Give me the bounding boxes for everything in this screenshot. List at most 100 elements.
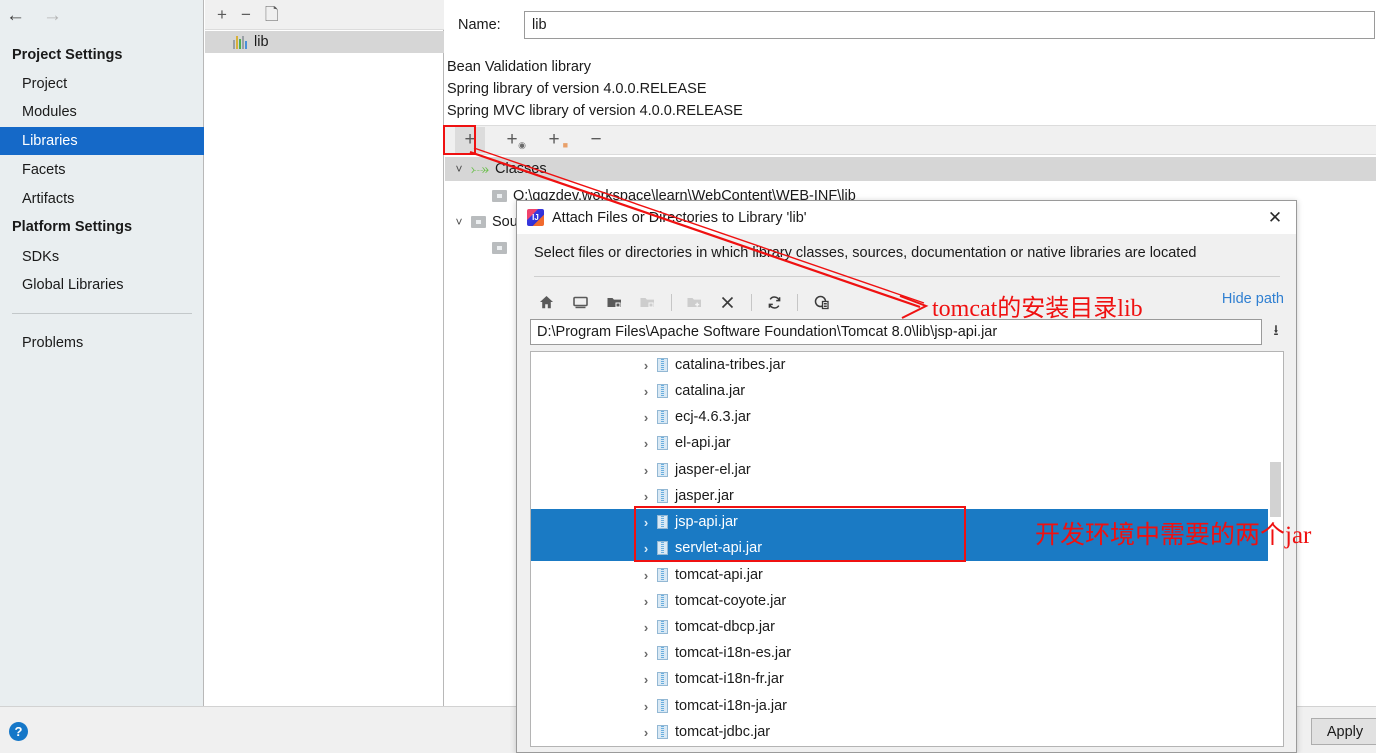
jar-icon (657, 620, 668, 634)
file-chooser-toolbar (534, 285, 834, 319)
library-list-item-label: lib (254, 34, 269, 50)
jar-icon (657, 672, 668, 686)
sidebar-item-global-libraries[interactable]: Global Libraries (0, 271, 204, 299)
add-icon[interactable]: + (217, 6, 227, 23)
intellij-logo-icon (527, 209, 544, 226)
dialog-title-bar: Attach Files or Directories to Library '… (517, 201, 1296, 234)
library-list-item-lib[interactable]: lib (205, 31, 444, 53)
jar-icon (657, 410, 668, 424)
chevron-right-icon[interactable]: › (635, 541, 657, 556)
file-name: tomcat-dbcp.jar (675, 619, 775, 635)
list-item[interactable]: › tomcat-i18n-ja.jar (531, 693, 1269, 719)
chevron-right-icon[interactable]: › (635, 410, 657, 425)
library-roots-toolbar: + + ◉ + ■ − (445, 125, 1376, 155)
sidebar-item-label: Artifacts (22, 191, 75, 207)
annotation-text-required-jars: 开发环境中需要的两个jar (1035, 522, 1312, 549)
sidebar-item-facets[interactable]: Facets (0, 156, 204, 184)
library-name-input[interactable] (524, 11, 1375, 39)
list-item[interactable]: › el-api.jar (531, 430, 1269, 456)
chevron-right-icon[interactable]: › (635, 620, 657, 635)
chevron-right-icon[interactable]: › (635, 463, 657, 478)
apply-button[interactable]: Apply (1311, 718, 1376, 745)
delete-icon[interactable] (715, 289, 741, 315)
chevron-right-icon[interactable]: › (635, 699, 657, 714)
dialog-divider (534, 276, 1280, 277)
copy-icon[interactable]: 🗋 (265, 6, 279, 23)
chevron-right-icon[interactable]: › (635, 672, 657, 687)
chevron-right-icon[interactable]: › (635, 436, 657, 451)
home-icon[interactable] (534, 289, 560, 315)
sidebar-group-platform-settings: Platform Settings (12, 219, 133, 235)
file-name: servlet-api.jar (675, 540, 763, 556)
sidebar-item-label: Facets (22, 162, 66, 178)
jar-icon (657, 384, 668, 398)
list-item[interactable]: › tomcat-dbcp.jar (531, 614, 1269, 640)
sidebar-group-project-settings: Project Settings (12, 47, 123, 63)
library-descriptions: Bean Validation library Spring library o… (447, 56, 1376, 122)
sidebar-item-problems[interactable]: Problems (0, 329, 204, 357)
scrollbar-thumb[interactable] (1270, 462, 1281, 517)
list-item[interactable]: › tomcat-i18n-fr.jar (531, 666, 1269, 692)
sidebar-item-label: SDKs (22, 249, 60, 265)
show-hidden-icon[interactable] (808, 289, 834, 315)
list-item[interactable]: › jasper-el.jar (531, 457, 1269, 483)
path-input[interactable] (530, 319, 1263, 345)
library-description-row: Spring MVC library of version 4.0.0.RELE… (447, 103, 743, 119)
sidebar-item-label: Modules (22, 104, 77, 120)
file-name: tomcat-i18n-fr.jar (675, 671, 784, 687)
close-icon[interactable]: ✕ (1264, 207, 1286, 229)
chevron-right-icon[interactable]: › (635, 384, 657, 399)
list-item[interactable]: › catalina.jar (531, 378, 1269, 404)
sidebar-divider (12, 313, 192, 314)
chevron-right-icon[interactable]: › (635, 515, 657, 530)
arrow-left-icon[interactable]: ← (6, 6, 25, 25)
list-item[interactable]: › tomcat-api.jar (531, 562, 1269, 588)
tree-node-classes[interactable]: ˅ ⤐ Classes (445, 157, 1376, 181)
chevron-down-icon: ˅ (455, 162, 463, 176)
sidebar-item-label: Problems (22, 335, 84, 351)
history-dropdown-icon[interactable]: ⭳ (1268, 320, 1284, 345)
refresh-icon[interactable] (762, 289, 788, 315)
list-item[interactable]: › tomcat-coyote.jar (531, 588, 1269, 614)
parent-folder-icon[interactable] (601, 289, 627, 315)
project-folder-icon (635, 289, 661, 315)
chevron-right-icon[interactable]: › (635, 568, 657, 583)
add-javadocs-button[interactable]: + ■ (539, 127, 569, 153)
sidebar-item-modules[interactable]: Modules (0, 98, 204, 126)
chevron-right-icon[interactable]: › (635, 725, 657, 740)
sidebar-item-libraries[interactable]: Libraries (0, 127, 204, 155)
sidebar-item-artifacts[interactable]: Artifacts (0, 185, 204, 213)
remove-icon[interactable]: − (241, 6, 251, 23)
toolbar-divider (670, 293, 672, 311)
file-name: jsp-api.jar (675, 514, 738, 530)
remove-root-button[interactable]: − (581, 127, 611, 153)
file-name: catalina.jar (675, 383, 746, 399)
list-item[interactable]: › ecj-4.6.3.jar (531, 404, 1269, 430)
sidebar-item-sdks[interactable]: SDKs (0, 243, 204, 271)
list-item[interactable]: › catalina-tribes.jar (531, 352, 1269, 378)
arrow-right-icon[interactable]: → (43, 6, 62, 25)
desktop-icon[interactable] (568, 289, 594, 315)
chevron-right-icon[interactable]: › (635, 646, 657, 661)
chevron-down-icon: ˅ (455, 215, 463, 229)
add-sources-button[interactable]: + ◉ (497, 127, 527, 153)
toolbar-divider (750, 293, 752, 311)
folder-icon (492, 242, 507, 254)
sidebar-item-project[interactable]: Project (0, 70, 204, 98)
settings-sidebar: ← → Project Settings Project Modules Lib… (0, 0, 204, 706)
help-icon[interactable]: ? (9, 722, 28, 741)
chevron-right-icon[interactable]: › (635, 594, 657, 609)
annotation-text-tomcat-lib: tomcat的安装目录lib (932, 296, 1143, 322)
file-name: catalina-tribes.jar (675, 357, 786, 373)
hide-path-link[interactable]: Hide path (1222, 291, 1284, 307)
sidebar-navigation-bar: ← → (0, 0, 204, 30)
add-classes-button[interactable]: + (455, 127, 485, 153)
library-description-row: Bean Validation library (447, 59, 592, 75)
list-item[interactable]: › jasper.jar (531, 483, 1269, 509)
list-item[interactable]: › tomcat-jdbc.jar (531, 719, 1269, 745)
file-name: el-api.jar (675, 435, 731, 451)
chevron-right-icon[interactable]: › (635, 489, 657, 504)
chevron-right-icon[interactable]: › (635, 358, 657, 373)
list-item[interactable]: › tomcat-i18n-es.jar (531, 640, 1269, 666)
file-name: tomcat-i18n-es.jar (675, 645, 792, 661)
